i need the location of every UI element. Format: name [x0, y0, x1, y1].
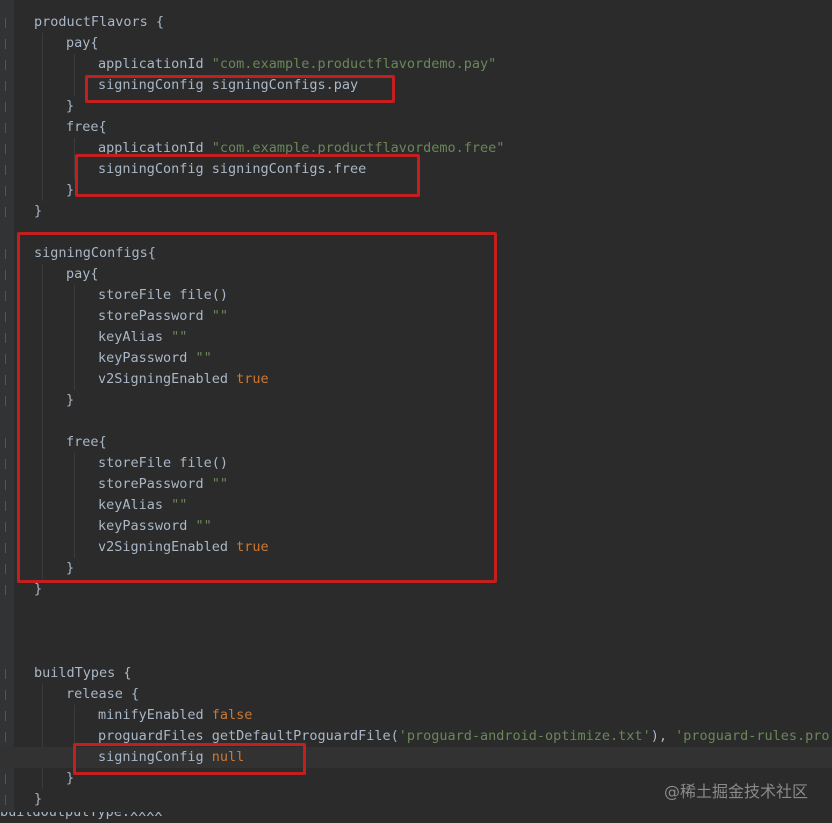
- code-token: }: [34, 791, 43, 807]
- code-token: }: [66, 182, 75, 198]
- code-line-text: }: [66, 96, 74, 117]
- code-line[interactable]: applicationId "com.example.productflavor…: [0, 54, 832, 75]
- cutoff-line: buildOutputType.xxxx: [0, 812, 832, 823]
- code-token: ),: [650, 728, 676, 744]
- code-line[interactable]: free{: [0, 117, 832, 138]
- code-token: }: [34, 581, 43, 597]
- code-token: }: [34, 203, 43, 219]
- code-line-text: }: [34, 789, 42, 810]
- code-line[interactable]: minifyEnabled false: [0, 705, 832, 726]
- code-token: }: [66, 98, 75, 114]
- code-line[interactable]: buildTypes {: [0, 663, 832, 684]
- code-token: minifyEnabled: [98, 707, 212, 723]
- highlight-box-release-signing: [73, 743, 306, 775]
- cutoff-text: buildOutputType.xxxx: [0, 812, 163, 820]
- code-line[interactable]: release {: [0, 684, 832, 705]
- code-token: false: [211, 707, 253, 723]
- code-line[interactable]: pay{: [0, 33, 832, 54]
- code-token: pay{: [66, 35, 99, 51]
- code-token: free{: [66, 119, 107, 135]
- code-token: "com.example.productflavordemo.pay": [211, 56, 497, 72]
- code-token: applicationId: [98, 56, 212, 72]
- code-line-text: release {: [66, 684, 139, 705]
- code-token: release {: [66, 686, 140, 702]
- code-line-text: buildTypes {: [34, 663, 132, 684]
- code-token: buildTypes {: [34, 665, 132, 681]
- code-line-text: }: [66, 180, 74, 201]
- code-line[interactable]: }: [0, 201, 832, 222]
- code-line-text: pay{: [66, 33, 99, 54]
- watermark: @稀土掘金技术社区: [663, 782, 808, 801]
- highlight-box-signingconfigs-block: [17, 232, 497, 583]
- highlight-box-free-signing: [75, 154, 420, 197]
- code-line-text: }: [34, 201, 42, 222]
- highlight-box-pay-signing: [85, 75, 395, 103]
- code-line-text: free{: [66, 117, 107, 138]
- code-line-text: minifyEnabled false: [98, 705, 252, 726]
- code-token: productFlavors {: [34, 14, 165, 30]
- code-line-text: applicationId "com.example.productflavor…: [98, 54, 496, 75]
- code-line[interactable]: productFlavors {: [0, 12, 832, 33]
- code-token: proguardFiles getDefaultProguardFile(: [98, 728, 399, 744]
- code-token: 'proguard-android-optimize.txt': [398, 728, 651, 744]
- code-token: 'proguard-rules.pro': [675, 728, 832, 744]
- code-line-text: productFlavors {: [34, 12, 164, 33]
